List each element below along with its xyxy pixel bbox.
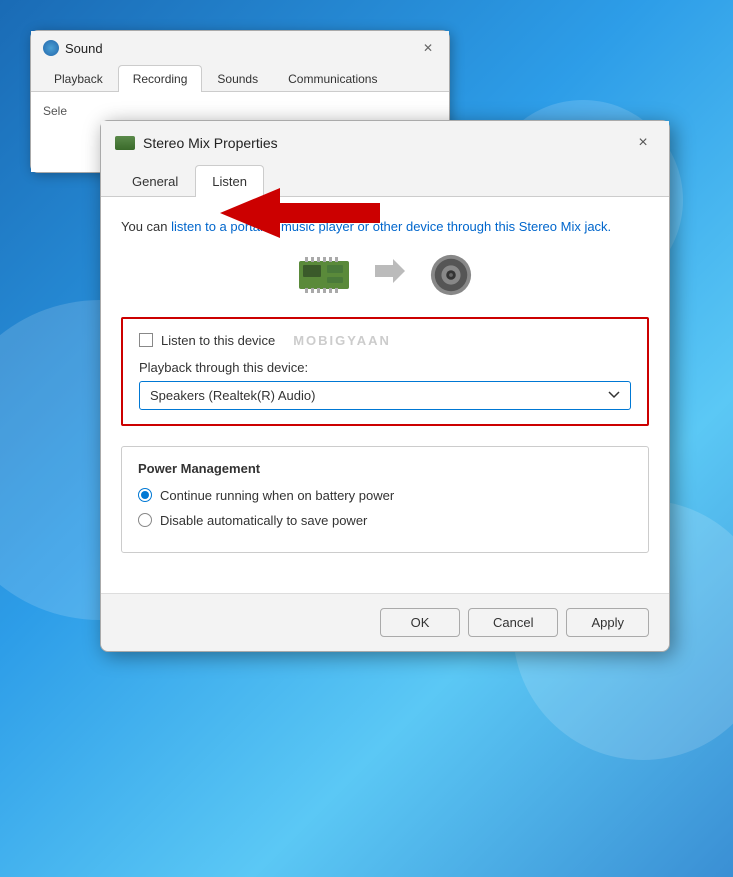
radio-disable-label: Disable automatically to save power bbox=[160, 513, 367, 528]
dialog-tab-bar: General Listen bbox=[101, 165, 669, 197]
playback-device-select[interactable]: Speakers (Realtek(R) Audio) Default Play… bbox=[139, 381, 631, 410]
power-management-section: Power Management Continue running when o… bbox=[121, 446, 649, 553]
bg-tab-playback[interactable]: Playback bbox=[39, 65, 118, 92]
tab-general[interactable]: General bbox=[115, 165, 195, 197]
bg-tab-bar: Playback Recording Sounds Communications bbox=[31, 65, 449, 92]
dialog-body: You can listen to a portable music playe… bbox=[101, 197, 669, 593]
apply-button[interactable]: Apply bbox=[566, 608, 649, 637]
stereo-mix-dialog: Stereo Mix Properties × General Listen Y… bbox=[100, 120, 670, 652]
speaker-svg bbox=[429, 252, 473, 298]
bg-tab-sounds[interactable]: Sounds bbox=[202, 65, 273, 92]
listen-checkbox-row: Listen to this device MOBIGYAAN bbox=[139, 333, 631, 348]
sound-icon bbox=[43, 40, 59, 56]
bg-dialog-title: Sound bbox=[65, 41, 103, 56]
radio-row-continue: Continue running when on battery power bbox=[138, 488, 632, 503]
device-visualization bbox=[121, 253, 649, 297]
radio-continue-inner bbox=[141, 491, 149, 499]
radio-continue[interactable] bbox=[138, 488, 152, 502]
bg-content-text: Sele bbox=[43, 104, 67, 118]
dialog-footer: OK Cancel Apply bbox=[101, 593, 669, 651]
red-arrow-indicator bbox=[220, 183, 380, 248]
source-device-icon bbox=[297, 255, 351, 295]
power-management-title: Power Management bbox=[138, 461, 632, 476]
info-text: You can listen to a portable music playe… bbox=[121, 217, 649, 237]
watermark-text: MOBIGYAAN bbox=[293, 333, 391, 348]
radio-continue-label: Continue running when on battery power bbox=[160, 488, 394, 503]
chip-svg bbox=[297, 255, 351, 295]
radio-row-disable: Disable automatically to save power bbox=[138, 513, 632, 528]
main-close-button[interactable]: × bbox=[631, 131, 655, 155]
ok-button[interactable]: OK bbox=[380, 608, 460, 637]
bg-tab-communications[interactable]: Communications bbox=[273, 65, 392, 92]
playback-label: Playback through this device: bbox=[139, 360, 631, 375]
main-title-bar: Stereo Mix Properties × bbox=[101, 121, 669, 165]
bg-title-left: Sound bbox=[43, 40, 103, 56]
listen-checkbox[interactable] bbox=[139, 333, 153, 347]
red-arrow-svg bbox=[220, 183, 380, 243]
cancel-button[interactable]: Cancel bbox=[468, 608, 558, 637]
bg-title-bar: Sound ✕ bbox=[31, 31, 449, 65]
bg-tab-recording[interactable]: Recording bbox=[118, 65, 203, 92]
listen-label: Listen to this device bbox=[161, 333, 275, 348]
radio-disable[interactable] bbox=[138, 513, 152, 527]
arrow-icon bbox=[375, 259, 405, 290]
main-dialog-title: Stereo Mix Properties bbox=[143, 135, 278, 151]
chip-icon bbox=[115, 136, 135, 150]
bg-close-button[interactable]: ✕ bbox=[419, 39, 437, 57]
info-text-before: You can bbox=[121, 219, 171, 234]
listen-section: Listen to this device MOBIGYAAN Playback… bbox=[121, 317, 649, 426]
speaker-icon bbox=[429, 253, 473, 297]
main-title-left: Stereo Mix Properties bbox=[115, 135, 278, 151]
right-arrow-svg bbox=[375, 259, 405, 283]
